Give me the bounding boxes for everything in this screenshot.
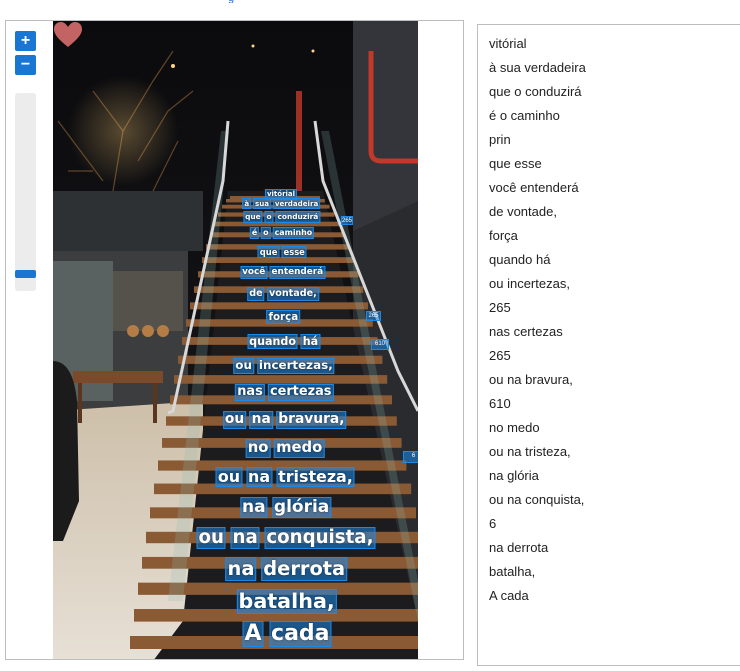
- ocr-result-line: na glória: [489, 468, 539, 483]
- ocr-word-box[interactable]: força: [266, 309, 301, 324]
- ocr-word-box[interactable]: A: [242, 621, 264, 647]
- ocr-line: que esse: [257, 245, 307, 259]
- ocr-result-line: 265: [489, 348, 511, 363]
- ocr-line: você entenderá: [240, 265, 326, 279]
- ocr-result-line: de vontade,: [489, 204, 557, 219]
- ocr-result-line: que esse: [489, 156, 542, 171]
- ocr-word-box[interactable]: ou: [233, 358, 254, 375]
- ocr-word-box[interactable]: é: [249, 227, 260, 240]
- ocr-side-box[interactable]: 265: [366, 311, 381, 321]
- ocr-word-box[interactable]: o: [261, 227, 271, 240]
- zoom-in-button[interactable]: +: [15, 31, 36, 51]
- ocr-line: força: [266, 309, 301, 324]
- ocr-word-box[interactable]: na: [240, 496, 268, 518]
- ocr-word-box[interactable]: na: [230, 526, 260, 549]
- ocr-result-line: ou incertezas,: [489, 276, 570, 291]
- ocr-word-box[interactable]: no: [245, 438, 271, 458]
- ocr-result-line: A cada: [489, 588, 529, 603]
- ocr-result-line: nas certezas: [489, 324, 563, 339]
- stair-tread: [190, 302, 368, 310]
- ocr-line: quando há: [247, 333, 321, 349]
- ocr-side-box[interactable]: 6: [403, 451, 418, 463]
- ocr-result-line: ou na tristeza,: [489, 444, 571, 459]
- ocr-result-line: prin: [489, 132, 511, 147]
- ocr-side-box[interactable]: 265: [341, 216, 353, 225]
- ocr-line: na glória: [240, 496, 332, 518]
- ocr-word-box[interactable]: cada: [269, 621, 332, 647]
- ocr-word-box[interactable]: vontade,: [267, 287, 319, 301]
- ocr-word-box[interactable]: medo: [274, 438, 325, 458]
- ocr-result-line: é o caminho: [489, 108, 560, 123]
- ocr-result-line: na derrota: [489, 540, 549, 555]
- ocr-word-box[interactable]: derrota: [261, 557, 348, 581]
- ocr-word-box[interactable]: bravura,: [276, 411, 347, 429]
- ocr-word-box[interactable]: na: [225, 557, 257, 581]
- ocr-line: ou incertezas,: [233, 358, 335, 375]
- ocr-result-line: batalha,: [489, 564, 536, 579]
- ocr-line: na derrota: [225, 557, 348, 581]
- ocr-word-box[interactable]: tristeza,: [276, 467, 355, 488]
- ocr-result-line: força: [489, 228, 518, 243]
- ocr-word-box[interactable]: na: [249, 411, 273, 429]
- top-link-fragment[interactable]: g: [228, 0, 250, 3]
- ocr-result-line: 610: [489, 396, 511, 411]
- ocr-line: ou na tristeza,: [215, 467, 355, 488]
- ocr-word-box[interactable]: na: [246, 467, 273, 488]
- ocr-line: batalha,: [236, 588, 337, 614]
- heart-icon[interactable]: [53, 21, 83, 49]
- ocr-word-box[interactable]: quando: [247, 333, 298, 349]
- staircase-photo: vitórial à sua verdadeira que o conduzirá é o cam…: [53, 21, 418, 659]
- ocr-line: no medo: [245, 438, 325, 458]
- ocr-line: é o caminho: [249, 227, 315, 240]
- ocr-result-line: no medo: [489, 420, 540, 435]
- ocr-word-box[interactable]: ou: [215, 467, 243, 488]
- ocr-word-box[interactable]: ou: [196, 526, 226, 549]
- ocr-word-box[interactable]: glória: [271, 496, 332, 518]
- ocr-word-box[interactable]: conquista,: [264, 526, 376, 549]
- ocr-word-box[interactable]: certezas: [267, 384, 334, 402]
- ocr-line: nas certezas: [235, 384, 334, 402]
- ocr-line: à sua verdadeira: [242, 197, 321, 209]
- ocr-line: Acada: [242, 621, 332, 647]
- ocr-word-box[interactable]: entenderá: [269, 265, 326, 279]
- ocr-word-box[interactable]: esse: [281, 245, 307, 259]
- zoom-slider[interactable]: [15, 93, 36, 291]
- ocr-word-box[interactable]: nas: [235, 384, 265, 402]
- zoom-slider-thumb[interactable]: [15, 270, 36, 278]
- ocr-word-box[interactable]: de: [247, 287, 265, 301]
- ocr-side-box[interactable]: 610: [371, 339, 389, 350]
- ocr-result-line: 6: [489, 516, 497, 531]
- ocr-word-box[interactable]: conduzirá: [275, 211, 321, 223]
- image-viewer: + − vitórial à sua verdadeira que o cond…: [5, 20, 464, 660]
- ocr-word-box[interactable]: ou: [222, 411, 247, 429]
- ocr-word-box[interactable]: você: [240, 265, 268, 279]
- ocr-word-box[interactable]: que: [243, 211, 263, 223]
- ocr-result-line: à sua verdadeira: [489, 60, 586, 75]
- ocr-result-line: quando há: [489, 252, 551, 267]
- ocr-result-line: que o conduzirá: [489, 84, 582, 99]
- ocr-line: ou na bravura,: [222, 411, 347, 429]
- ocr-word-box[interactable]: sua: [252, 197, 272, 209]
- ocr-line: de vontade,: [247, 287, 319, 301]
- ocr-results-panel: vitórial à sua verdadeira que o conduzirá é…: [477, 24, 740, 666]
- zoom-out-button[interactable]: −: [15, 55, 36, 75]
- ocr-result-line: vitórial: [489, 36, 527, 51]
- ocr-word-box[interactable]: o: [264, 211, 274, 223]
- ocr-result-line: você entenderá: [489, 180, 579, 195]
- ocr-word-box[interactable]: caminho: [272, 227, 315, 240]
- ocr-word-box[interactable]: à: [242, 197, 252, 209]
- ocr-word-box[interactable]: há: [300, 333, 321, 349]
- ocr-word-box[interactable]: que: [257, 245, 280, 259]
- ocr-result-line: ou na conquista,: [489, 492, 585, 507]
- ocr-result-line: 265: [489, 300, 511, 315]
- ocr-word-box[interactable]: verdadeira: [272, 197, 321, 209]
- ocr-line: ou na conquista,: [196, 526, 376, 549]
- ocr-line: que o conduzirá: [243, 211, 321, 223]
- ocr-word-box[interactable]: incertezas,: [256, 358, 335, 375]
- stair-tread: [174, 375, 388, 384]
- ocr-word-box[interactable]: batalha,: [236, 588, 337, 614]
- ocr-result-line: ou na bravura,: [489, 372, 573, 387]
